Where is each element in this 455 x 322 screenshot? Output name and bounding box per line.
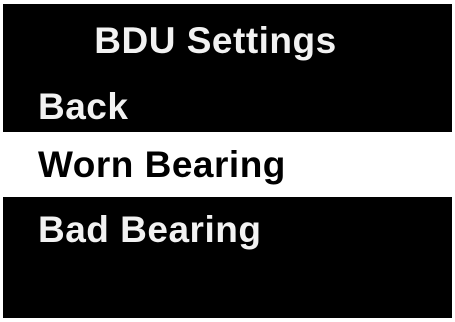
menu-item-bad-bearing[interactable]: Bad Bearing bbox=[3, 197, 452, 262]
menu-item-label: Back bbox=[38, 86, 129, 127]
screen-title: BDU Settings bbox=[94, 20, 337, 61]
menu-item-label: Worn Bearing bbox=[38, 144, 286, 185]
menu-item-worn-bearing[interactable]: Worn Bearing bbox=[3, 132, 452, 197]
menu-item-label: Bad Bearing bbox=[38, 209, 262, 250]
device-screen: BDU Settings Back Worn Bearing Bad Beari… bbox=[3, 4, 452, 318]
menu-item-back[interactable]: Back bbox=[3, 74, 452, 139]
